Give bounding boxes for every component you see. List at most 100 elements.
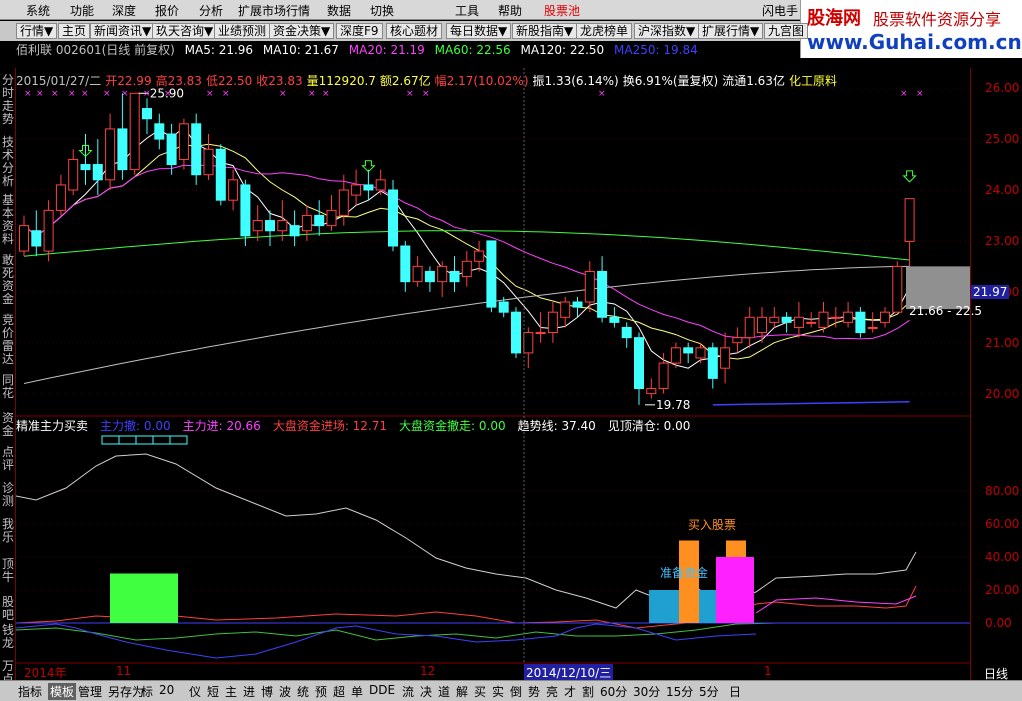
- ma20-label: MA20: 21.19: [348, 43, 425, 57]
- indicator-0: 精准主力买卖: [16, 419, 89, 433]
- toolbar-fund-decision[interactable]: 资金决策▼: [269, 23, 335, 39]
- state-box-3: [152, 435, 171, 445]
- stock-ma-bar: 佰利联 002601(日线 前复权) MA5: 21.96 MA10: 21.6…: [16, 41, 800, 59]
- menu-quote[interactable]: 报价: [155, 2, 179, 19]
- bottom-tab-8[interactable]: 主: [225, 683, 237, 700]
- sidebar-tab-5[interactable]: 同花: [1, 374, 15, 400]
- menu-tools[interactable]: 工具: [455, 2, 479, 19]
- kline-chart[interactable]: 25.9019.7821.66 - 22.5× × × × × × × × × × × × × × × × × ×…: [16, 68, 1022, 668]
- bottom-tab-4[interactable]: 标: [141, 683, 153, 700]
- bottom-tab-32[interactable]: 日: [729, 683, 741, 700]
- x-marker-16: ×: [598, 89, 606, 99]
- bottom-tab-3[interactable]: 另存为: [108, 683, 144, 700]
- sidebar-tab-2[interactable]: 基本资料: [1, 194, 15, 246]
- x-marker-12: ×: [308, 89, 316, 99]
- bottom-tab-11[interactable]: 波: [279, 683, 291, 700]
- toolbar-home[interactable]: 主页: [58, 23, 91, 39]
- toolbar-nine-grid[interactable]: 九宫图: [764, 23, 809, 39]
- candle-body-65: [818, 311, 829, 328]
- bottom-tab-6[interactable]: 仪: [189, 683, 201, 700]
- toolbar-jiutian[interactable]: 玖天咨询▼: [152, 23, 218, 39]
- candle-body-21: [277, 220, 288, 232]
- candle-body-31: [400, 245, 411, 283]
- sidebar-tab-12[interactable]: 钱龙: [1, 624, 15, 650]
- bottom-tab-17[interactable]: 流: [402, 683, 414, 700]
- candle-body-63: [793, 316, 804, 328]
- x-marker-11: ×: [279, 89, 287, 99]
- bottom-tab-30[interactable]: 15分: [666, 683, 693, 700]
- candle-body-67: [843, 311, 854, 323]
- sidebar-tab-8[interactable]: 诊测: [1, 482, 15, 508]
- bottom-tab-27[interactable]: 割: [582, 683, 594, 700]
- toolbar-ipo-guide[interactable]: 新股指南▼: [512, 23, 578, 39]
- bottom-tab-7[interactable]: 短: [207, 683, 219, 700]
- sidebar-tab-9[interactable]: 我乐: [1, 518, 15, 544]
- menu-switch[interactable]: 切换: [370, 2, 394, 19]
- menu-flash[interactable]: 闪电手: [762, 2, 798, 19]
- bottom-tab-14[interactable]: 超: [333, 683, 345, 700]
- menu-analysis[interactable]: 分析: [199, 2, 223, 19]
- bottom-tab-12[interactable]: 统: [297, 683, 309, 700]
- menu-help[interactable]: 帮助: [498, 2, 522, 19]
- toolbar-core-topic[interactable]: 核心题材: [386, 23, 443, 39]
- sidebar-tab-4[interactable]: 竞价雷达: [1, 314, 15, 366]
- menu-depth[interactable]: 深度: [112, 2, 136, 19]
- menu-stock-pool[interactable]: 股票池: [544, 2, 580, 19]
- x-marker-15: ×: [422, 89, 430, 99]
- candle-body-51: [646, 388, 657, 395]
- bottom-tab-2[interactable]: 管理: [78, 683, 102, 700]
- toolbar-index[interactable]: 沪深指数▼: [634, 23, 700, 39]
- candle-body-50: [634, 337, 644, 390]
- bottom-tab-25[interactable]: 亮: [546, 683, 558, 700]
- bottom-tab-21[interactable]: 买: [474, 683, 486, 700]
- candle-body-54: [683, 347, 694, 354]
- bottom-tab-16[interactable]: DDE: [369, 683, 395, 697]
- candle-body-62: [781, 316, 792, 323]
- sidebar-tab-3[interactable]: 敢死资金: [1, 254, 15, 306]
- bottom-tab-13[interactable]: 预: [315, 683, 327, 700]
- sidebar-tab-11[interactable]: 股吧: [1, 596, 15, 622]
- bottom-tab-1[interactable]: 模板: [48, 683, 77, 700]
- candle-body-64: [806, 321, 817, 324]
- bottom-tab-9[interactable]: 进: [243, 683, 255, 700]
- indicator-1: 主力撤: 0.00: [100, 419, 171, 433]
- ma5-line: [23, 127, 911, 369]
- sidebar-tab-7[interactable]: 点评: [1, 446, 15, 472]
- sidebar-tab-6[interactable]: 资金: [1, 412, 15, 438]
- bottom-tab-15[interactable]: 单: [351, 683, 363, 700]
- bottom-tab-5[interactable]: 20: [159, 683, 174, 697]
- menu-function[interactable]: 功能: [70, 2, 94, 19]
- bottom-tab-26[interactable]: 才: [564, 683, 576, 700]
- sidebar-tab-10[interactable]: 顶牛: [1, 558, 15, 584]
- sidebar-tab-1[interactable]: 技术分析: [1, 136, 15, 188]
- bottom-tab-29[interactable]: 30分: [633, 683, 660, 700]
- menu-ext-market[interactable]: 扩展市场行情: [238, 2, 310, 19]
- menu-data[interactable]: 数据: [327, 2, 351, 19]
- candle-body-55: [695, 347, 706, 359]
- menu-system[interactable]: 系统: [26, 2, 50, 19]
- bottom-tab-10[interactable]: 博: [261, 683, 273, 700]
- bottom-tab-18[interactable]: 决: [420, 683, 432, 700]
- sidebar-tab-0[interactable]: 分时走势: [1, 74, 15, 126]
- toolbar-depth-f9[interactable]: 深度F9: [336, 23, 383, 39]
- bottom-tab-19[interactable]: 道: [438, 683, 450, 700]
- candle-body-15: [203, 148, 214, 176]
- bottom-tab-22[interactable]: 实: [492, 683, 504, 700]
- toolbar-dragon-tiger[interactable]: 龙虎榜单: [576, 23, 633, 39]
- bottom-tab-28[interactable]: 60分: [600, 683, 627, 700]
- price-tick-0: 26.00: [985, 81, 1020, 96]
- toolbar-forecast[interactable]: 业绩预测: [214, 23, 271, 39]
- toolbar-news[interactable]: 新闻资讯▼: [90, 23, 156, 39]
- bottom-tab-24[interactable]: 势: [528, 683, 540, 700]
- bottom-tab-23[interactable]: 倒: [510, 683, 522, 700]
- toolbar-daily-data[interactable]: 每日数据▼: [446, 23, 512, 39]
- candle-body-14: [191, 123, 202, 176]
- bottom-tab-0[interactable]: 指标: [18, 683, 42, 700]
- bottom-tab-31[interactable]: 5分: [699, 683, 719, 700]
- candle-body-29: [375, 179, 386, 191]
- logo-url: www.Guhai.com.cn: [807, 30, 1022, 54]
- toolbar-ext-quote[interactable]: 扩展行情▼: [698, 23, 764, 39]
- left-sidebar: 分时走势 技术分析 基本资料 敢死资金 竞价雷达 同花 资金 点评 诊测 我乐 顶牛 股吧 钱龙 万点: [0, 68, 16, 686]
- toolbar-quote[interactable]: 行情▼: [16, 23, 58, 39]
- bottom-tab-20[interactable]: 解: [456, 683, 468, 700]
